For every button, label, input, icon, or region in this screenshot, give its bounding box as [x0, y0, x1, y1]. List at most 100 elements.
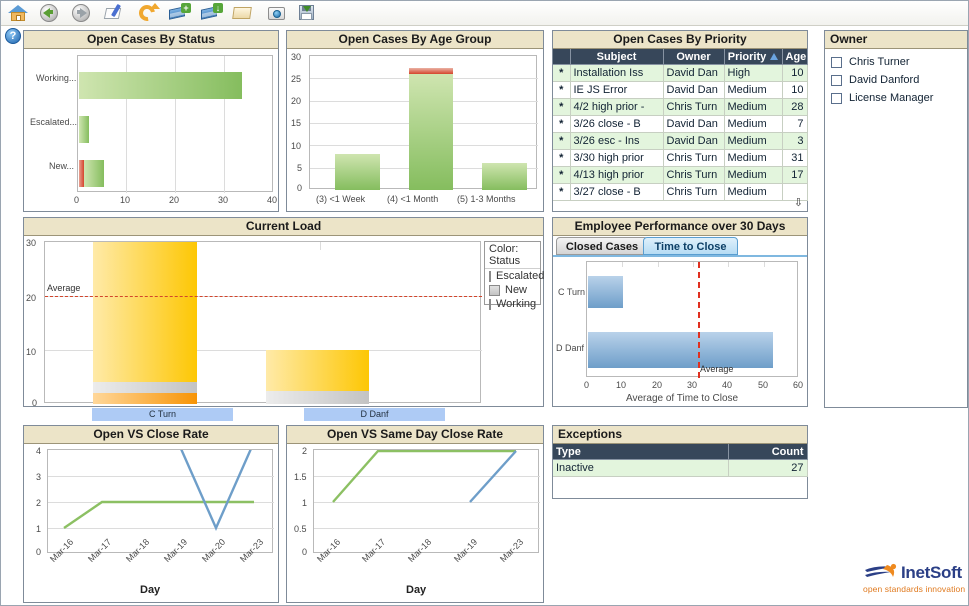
- legend-item-new[interactable]: New: [485, 283, 540, 297]
- x-axis-title: Day: [140, 584, 161, 596]
- ytick-ddanf: D Danf: [556, 343, 585, 353]
- bar-quarter-open[interactable]: [482, 163, 527, 190]
- line-series-svg: [63, 450, 254, 531]
- column-header-subject[interactable]: Subject: [570, 49, 664, 65]
- xtick-months: (5) 1-3 Months: [457, 194, 516, 204]
- cell-priority: Medium: [724, 166, 783, 184]
- forward-button[interactable]: [69, 2, 95, 24]
- ytick-20: 20: [26, 293, 37, 303]
- bar-cturn-new[interactable]: [93, 382, 197, 393]
- xtick-10: 10: [616, 380, 627, 390]
- snapshot-button[interactable]: [265, 2, 291, 24]
- ytick-3: 3: [36, 472, 42, 482]
- cell-subject: 3/30 high prior: [570, 149, 664, 167]
- bar-working[interactable]: [79, 72, 242, 99]
- tab-time-to-close[interactable]: Time to Close: [643, 237, 738, 255]
- help-icon[interactable]: ?: [5, 28, 21, 44]
- table-row[interactable]: * IE JS Error David Dan Medium 10: [553, 81, 808, 99]
- back-button[interactable]: [37, 2, 63, 24]
- xlabel-cturn[interactable]: C Turn: [92, 408, 233, 421]
- column-header-age[interactable]: Age: [782, 49, 808, 65]
- edit-button[interactable]: [103, 2, 129, 24]
- bar-cturn-escalated[interactable]: [93, 393, 197, 404]
- open-folder-button[interactable]: [231, 2, 257, 24]
- bar-week-open[interactable]: [335, 154, 380, 190]
- cell-flag[interactable]: *: [553, 183, 571, 201]
- bar-month-open[interactable]: [409, 74, 453, 190]
- tab-closed-cases[interactable]: Closed Cases: [556, 237, 648, 255]
- owner-item-david-danford[interactable]: David Danford: [825, 71, 967, 89]
- legend-label: New: [505, 284, 528, 296]
- column-header-count[interactable]: Count: [728, 444, 808, 460]
- book-add-icon: +: [169, 3, 191, 23]
- bar-new[interactable]: [84, 160, 104, 187]
- checkbox[interactable]: [831, 92, 842, 104]
- ytick-0: 0: [36, 547, 42, 557]
- cell-flag[interactable]: *: [553, 81, 571, 99]
- exceptions-grid-body: Inactive 27: [553, 459, 808, 477]
- owner-item-license-manager[interactable]: License Manager: [825, 89, 967, 107]
- cell-age: 3: [782, 132, 808, 150]
- chart-open-vs-same-day-close-rate[interactable]: 2 1.5 1 0.5 0 Mar-16 Mar-17 Mar-18 Mar-1…: [287, 444, 543, 602]
- bar-escalated[interactable]: [79, 116, 89, 143]
- checkbox[interactable]: [831, 74, 842, 86]
- chart-open-cases-by-status[interactable]: Working... Escalated... New... 0 10 20 3…: [24, 49, 278, 211]
- checkbox[interactable]: [831, 56, 842, 68]
- column-header-owner[interactable]: Owner: [663, 49, 725, 65]
- table-row[interactable]: * 3/26 close - B David Dan Medium 7: [553, 115, 808, 133]
- panel-owner-filter: Owner Chris Turner David Danford License…: [824, 30, 968, 408]
- cell-subject: 3/26 close - B: [570, 115, 664, 133]
- table-row[interactable]: * 3/26 esc - Ins David Dan Medium 3: [553, 132, 808, 150]
- xtick-0: 0: [584, 380, 590, 390]
- owner-item-chris-turner[interactable]: Chris Turner: [825, 53, 967, 71]
- cell-priority: Medium: [724, 98, 783, 116]
- bar-ddanf-working[interactable]: [266, 350, 369, 391]
- cell-priority: Medium: [724, 115, 783, 133]
- table-row[interactable]: * Installation Iss David Dan High 10: [553, 64, 808, 82]
- table-row[interactable]: Inactive 27: [553, 459, 808, 477]
- refresh-button[interactable]: [135, 1, 161, 25]
- scroll-down-indicator[interactable]: ⇩: [794, 196, 803, 209]
- chart-open-vs-close-rate[interactable]: 4 3 2 1 0 Mar-16 Mar-17 Mar-18 Mar-19 Ma…: [24, 444, 278, 602]
- cell-flag[interactable]: *: [553, 166, 571, 184]
- series-close-line: [180, 450, 252, 531]
- cell-flag[interactable]: *: [553, 132, 571, 150]
- camera-icon: [267, 3, 289, 23]
- cell-age: 17: [782, 166, 808, 184]
- table-row[interactable]: * 4/2 high prior - Chris Turn Medium 28: [553, 98, 808, 116]
- column-header-priority[interactable]: Priority: [724, 49, 783, 65]
- cell-flag[interactable]: *: [553, 64, 571, 82]
- table-row[interactable]: * 3/30 high prior Chris Turn Medium 31: [553, 149, 808, 167]
- export-button[interactable]: [295, 2, 321, 24]
- xlabel-ddanf[interactable]: D Danf: [304, 408, 445, 421]
- xtick-30: 30: [218, 195, 229, 205]
- bar-ddanf-new[interactable]: [266, 391, 369, 404]
- add-bookmark-button[interactable]: +: [167, 2, 193, 24]
- back-arrow-icon: [39, 3, 61, 23]
- legend-item-escalated[interactable]: Escalated: [485, 269, 544, 283]
- cell-age: 7: [782, 115, 808, 133]
- cell-age: 10: [782, 81, 808, 99]
- home-button[interactable]: [5, 2, 31, 24]
- save-bookmark-button[interactable]: ↓: [199, 2, 225, 24]
- cell-flag[interactable]: *: [553, 98, 571, 116]
- x-axis-title: Day: [406, 584, 427, 596]
- table-exceptions[interactable]: Type Count Inactive 27: [553, 444, 808, 498]
- bar-ddanf-time[interactable]: [588, 332, 773, 368]
- table-row[interactable]: * 3/27 close - B Chris Turn Medium: [553, 183, 808, 201]
- cell-flag[interactable]: *: [553, 149, 571, 167]
- bar-cturn-working[interactable]: [93, 242, 197, 382]
- table-open-cases-by-priority[interactable]: Subject Owner Priority Age * Installation…: [553, 49, 808, 211]
- cell-flag[interactable]: *: [553, 115, 571, 133]
- legend-title: Color: Status: [485, 242, 540, 269]
- table-header-row: Type Count: [553, 444, 808, 460]
- chart-time-to-close[interactable]: Average C Turn D Danf 0 10 20 30 40 50 6…: [553, 257, 807, 406]
- chart-open-cases-by-age-group[interactable]: 30 25 20 15 10 5 0 (3) <1 Week (4) <1 Mo…: [287, 49, 543, 211]
- column-header-flag[interactable]: [553, 49, 571, 65]
- legend-item-working[interactable]: Working: [485, 297, 540, 311]
- chart-current-load[interactable]: Average 30 20 10 0 C Turn D Danf Color: …: [24, 236, 544, 421]
- table-row[interactable]: * 4/13 high prior Chris Turn Medium 17: [553, 166, 808, 184]
- ytick-1p5: 1.5: [294, 472, 307, 482]
- bar-cturn-time[interactable]: [588, 276, 623, 308]
- column-header-type[interactable]: Type: [553, 444, 729, 460]
